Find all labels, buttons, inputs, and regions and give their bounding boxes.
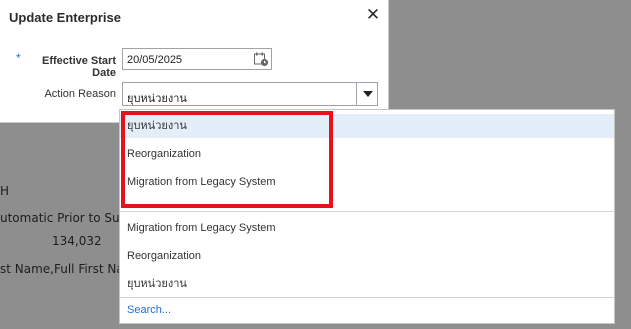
calendar-icon[interactable] <box>253 51 269 67</box>
background-text-3: 134,032 <box>52 234 102 248</box>
chevron-down-icon <box>363 91 373 97</box>
option-3[interactable]: ยุบหน่วยงาน <box>120 272 614 296</box>
search-link[interactable]: Search... <box>120 298 614 322</box>
effective-start-date-label: Effective Start Date <box>42 55 116 79</box>
background-text-1: H <box>0 184 10 198</box>
action-reason-label: Action Reason <box>44 88 116 100</box>
option-1[interactable]: Migration from Legacy System <box>120 216 614 240</box>
close-icon[interactable]: ✕ <box>364 6 382 24</box>
dropdown-toggle-button[interactable] <box>356 82 378 106</box>
update-enterprise-dialog: Update Enterprise ✕ * Effective Start Da… <box>0 0 389 123</box>
recent-option-2[interactable]: Reorganization <box>120 142 614 166</box>
option-2[interactable]: Reorganization <box>120 244 614 268</box>
divider <box>120 211 614 212</box>
action-reason-dropdown: ยุบหน่วยงาน Reorganization Migration fro… <box>119 109 615 324</box>
recent-option-3[interactable]: Migration from Legacy System <box>120 170 614 194</box>
effective-start-date-field[interactable]: 20/05/2025 <box>122 48 272 70</box>
recent-option-1[interactable]: ยุบหน่วยงาน <box>120 114 614 138</box>
dialog-title: Update Enterprise <box>9 10 121 25</box>
action-reason-select[interactable]: ยุบหน่วยงาน <box>122 82 378 106</box>
